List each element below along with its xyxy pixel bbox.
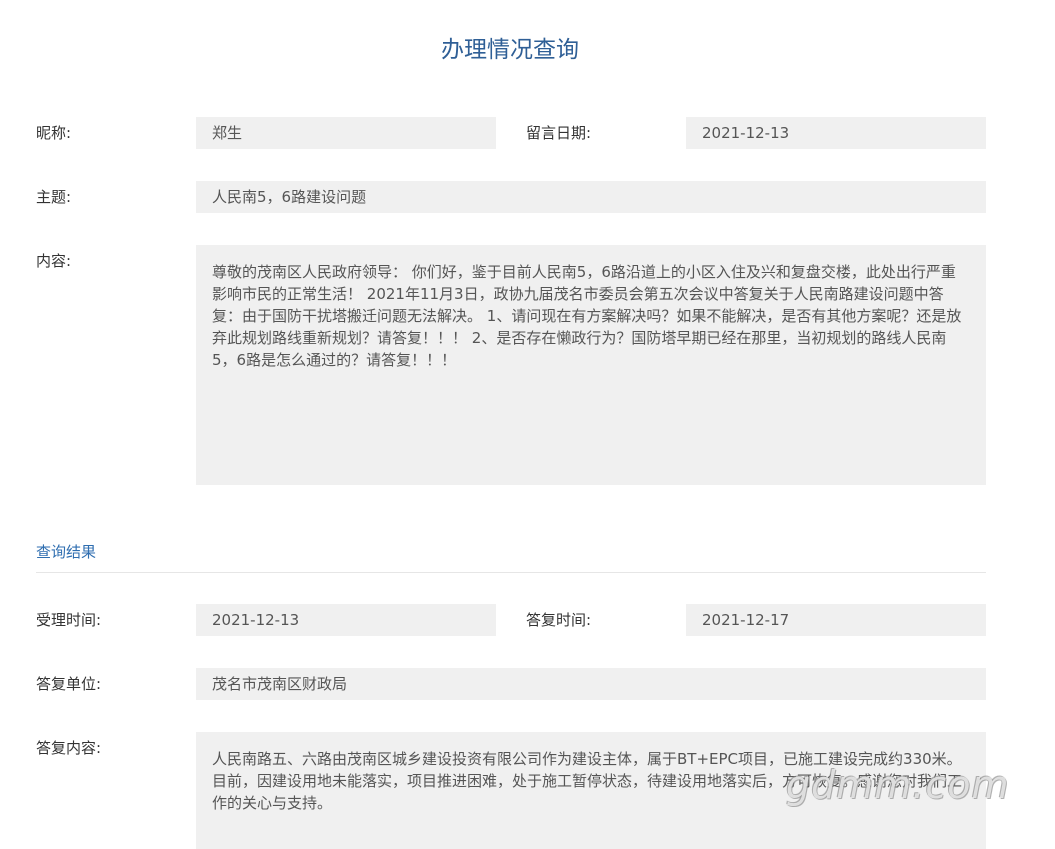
reply-unit-field: 茂名市茂南区财政局 bbox=[196, 668, 986, 700]
result-section-title: 查询结果 bbox=[36, 543, 97, 561]
nickname-field: 郑生 bbox=[196, 117, 496, 149]
watermark-logo: gdmm.com bbox=[786, 763, 1010, 807]
section-divider bbox=[36, 572, 986, 573]
message-date-field: 2021-12-13 bbox=[686, 117, 986, 149]
accept-time-field: 2021-12-13 bbox=[196, 604, 496, 636]
content-field: 尊敬的茂南区人民政府领导： 你们好，鉴于目前人民南5，6路沿道上的小区入住及兴和… bbox=[196, 245, 986, 485]
accept-time-label: 受理时间: bbox=[36, 611, 102, 629]
subject-field: 人民南5，6路建设问题 bbox=[196, 181, 986, 213]
nickname-label: 昵称: bbox=[36, 124, 72, 142]
reply-content-label: 答复内容: bbox=[36, 739, 102, 757]
reply-time-field: 2021-12-17 bbox=[686, 604, 986, 636]
reply-unit-label: 答复单位: bbox=[36, 675, 102, 693]
message-date-label: 留言日期: bbox=[526, 124, 592, 142]
reply-time-label: 答复时间: bbox=[526, 611, 592, 629]
content-label: 内容: bbox=[36, 252, 72, 270]
subject-label: 主题: bbox=[36, 188, 72, 206]
page-title: 办理情况查询 bbox=[441, 37, 579, 63]
